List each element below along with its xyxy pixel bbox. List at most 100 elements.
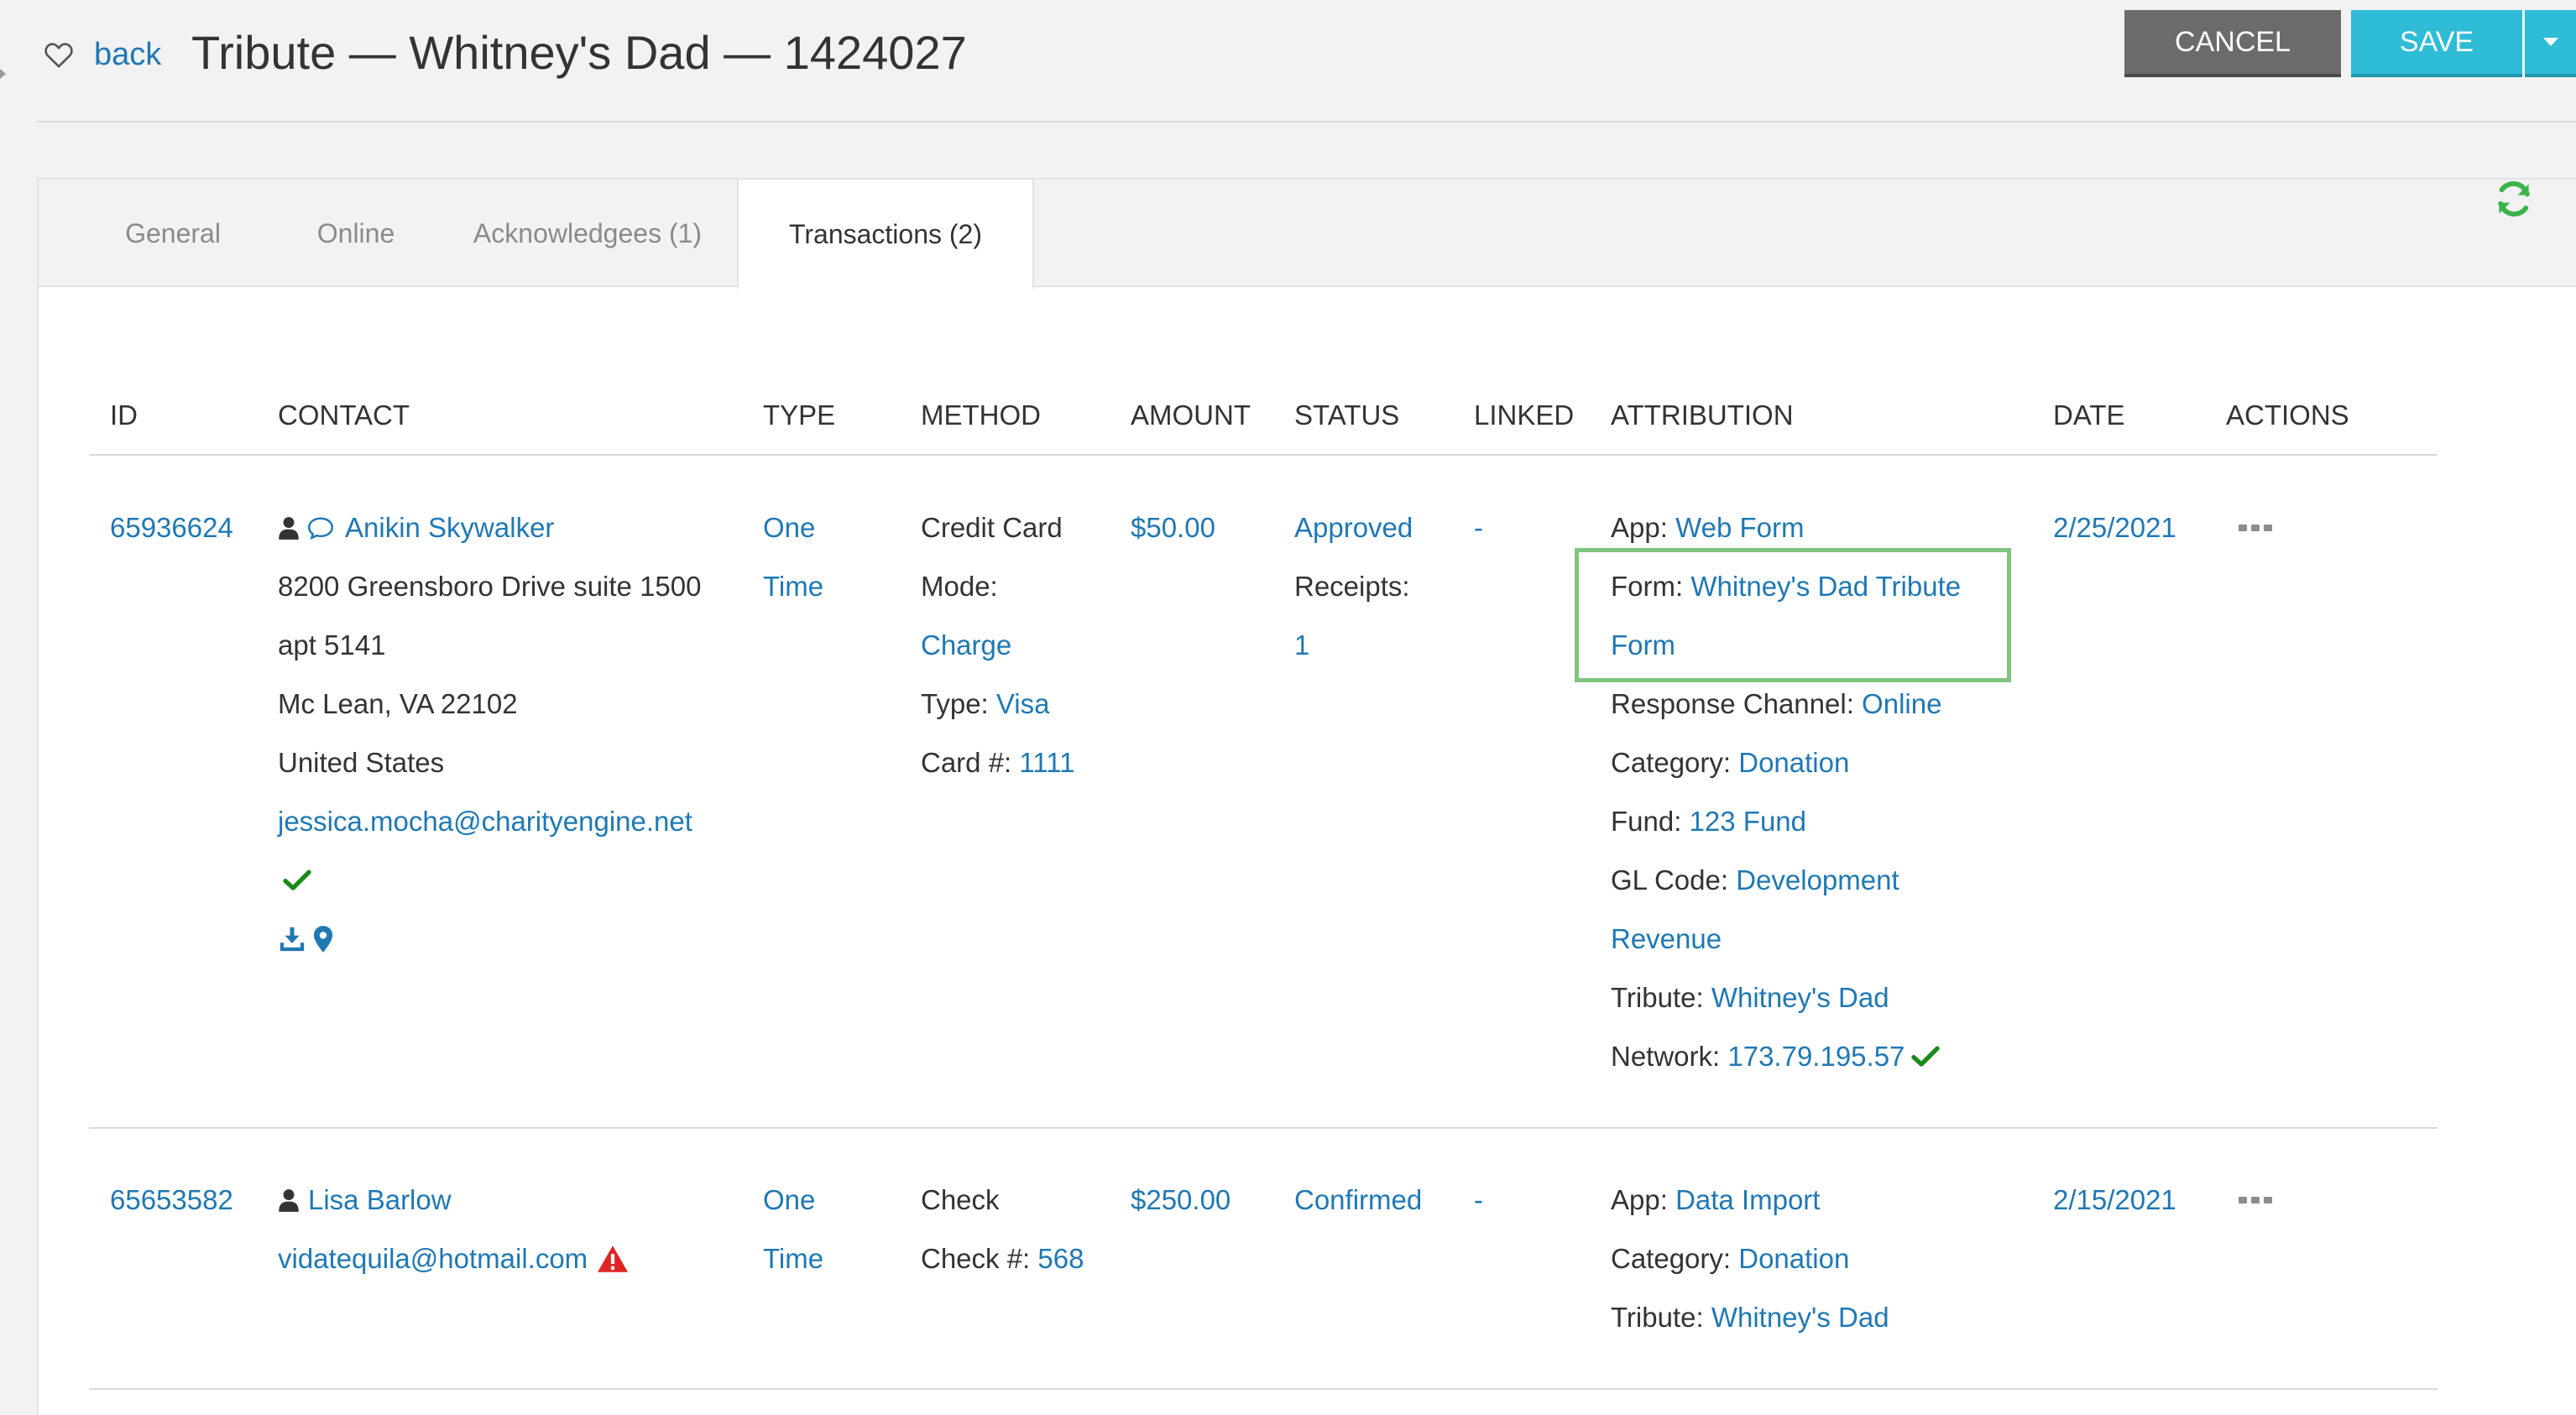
attribution-cell: App: Data Import Category: Donation Trib…: [1611, 1171, 1889, 1347]
receipts-count-link[interactable]: 1: [1294, 616, 1309, 675]
status-link[interactable]: Approved: [1294, 499, 1413, 557]
app-label: App:: [1611, 1184, 1668, 1215]
refresh-icon[interactable]: [2491, 176, 2537, 222]
type-cell: One Time: [763, 1171, 823, 1288]
fund-link[interactable]: 123 Fund: [1690, 792, 1806, 851]
save-options-dropdown[interactable]: [2525, 10, 2576, 77]
status-cell: Approved Receipts: 1: [1294, 499, 1413, 675]
chevron-down-icon: [2542, 38, 2558, 46]
method-cell: Credit Card Mode: Charge Type: Visa Card…: [921, 499, 1074, 792]
card-type-label: Type:: [921, 688, 989, 719]
tribute-link[interactable]: Whitney's Dad: [1711, 1288, 1889, 1347]
column-header-actions: ACTIONS: [2226, 399, 2349, 431]
tab-acknowledgees[interactable]: Acknowledgees (1): [442, 180, 734, 287]
response-channel-label: Response Channel:: [1611, 688, 1854, 719]
header-row-divider: [89, 454, 2438, 456]
category-link[interactable]: Donation: [1738, 734, 1849, 792]
address-line-1: 8200 Greensboro Drive suite 1500: [278, 571, 702, 602]
gl-code-link[interactable]: Development: [1736, 851, 1899, 910]
contact-cell: Anikin Skywalker 8200 Greensboro Drive s…: [278, 499, 701, 969]
transaction-id-link[interactable]: 65936624: [110, 499, 233, 557]
app-link[interactable]: Data Import: [1675, 1171, 1820, 1230]
column-header-status[interactable]: STATUS: [1294, 399, 1399, 431]
back-link[interactable]: back: [94, 37, 161, 73]
column-header-type[interactable]: TYPE: [763, 399, 835, 431]
mode-label: Mode:: [921, 571, 998, 602]
type-link-line1[interactable]: One: [763, 1171, 815, 1230]
card-number-link[interactable]: 1111: [1019, 734, 1074, 792]
chat-icon[interactable]: [306, 515, 335, 540]
date-link[interactable]: 2/15/2021: [2053, 1171, 2176, 1230]
tab-general[interactable]: General: [49, 180, 297, 287]
column-header-contact[interactable]: CONTACT: [278, 399, 410, 431]
type-link-line1[interactable]: One: [763, 499, 815, 557]
linked-link[interactable]: -: [1474, 499, 1483, 557]
tribute-label: Tribute:: [1611, 1302, 1704, 1333]
contact-email-link[interactable]: jessica.mocha@charityengine.net: [278, 792, 692, 851]
method-name: Credit Card: [921, 512, 1063, 543]
date-link[interactable]: 2/25/2021: [2053, 499, 2176, 557]
country: United States: [278, 747, 445, 778]
receipts-label: Receipts:: [1294, 571, 1410, 602]
tribute-link[interactable]: Whitney's Dad: [1711, 969, 1889, 1027]
save-button[interactable]: SAVE: [2351, 10, 2522, 77]
check-number-label: Check #:: [921, 1243, 1031, 1274]
column-header-method[interactable]: METHOD: [921, 399, 1041, 431]
check-icon: [283, 869, 311, 890]
user-icon: [279, 517, 299, 540]
heart-icon[interactable]: [42, 38, 76, 71]
warning-icon: [598, 1245, 629, 1272]
row-divider: [89, 1127, 2438, 1129]
contact-cell: Lisa Barlow vidatequila@hotmail.com: [278, 1171, 630, 1288]
column-header-amount[interactable]: AMOUNT: [1131, 399, 1251, 431]
address-line-2: apt 5141: [278, 629, 386, 661]
type-link-line2[interactable]: Time: [763, 557, 823, 616]
contact-name-link[interactable]: Lisa Barlow: [308, 1171, 452, 1230]
more-dots-icon[interactable]: [2238, 1194, 2273, 1206]
method-cell: Check Check #: 568: [921, 1171, 1084, 1288]
contact-name-link[interactable]: Anikin Skywalker: [345, 499, 554, 557]
tab-bar: General Online Acknowledgees (1) Transac…: [39, 180, 2576, 289]
method-name: Check: [921, 1184, 1000, 1215]
amount-link[interactable]: $50.00: [1131, 499, 1215, 557]
type-link-line2[interactable]: Time: [763, 1230, 823, 1288]
transaction-id-link[interactable]: 65653582: [110, 1171, 233, 1230]
collapse-caret-icon[interactable]: [0, 69, 6, 79]
status-link[interactable]: Confirmed: [1294, 1171, 1422, 1230]
contact-email-link[interactable]: vidatequila@hotmail.com: [278, 1230, 588, 1288]
mode-value-link[interactable]: Charge: [921, 616, 1011, 675]
network-label: Network:: [1611, 1041, 1721, 1072]
card-number-label: Card #:: [921, 747, 1012, 778]
row-divider: [89, 1388, 2438, 1390]
download-icon[interactable]: [278, 925, 306, 953]
tab-online[interactable]: Online: [264, 180, 448, 287]
gl-code-link-cont[interactable]: Revenue: [1611, 910, 1722, 969]
card-type-link[interactable]: Visa: [996, 675, 1050, 734]
amount-link[interactable]: $250.00: [1131, 1171, 1231, 1230]
network-ip-link[interactable]: 173.79.195.57: [1727, 1027, 1905, 1086]
more-dots-icon[interactable]: [2238, 522, 2273, 534]
column-header-attribution[interactable]: ATTRIBUTION: [1611, 399, 1794, 431]
column-header-id[interactable]: ID: [110, 399, 138, 431]
page-header: back Tribute — Whitney's Dad — 1424027 C…: [0, 0, 2576, 123]
check-number-link[interactable]: 568: [1037, 1230, 1084, 1288]
category-label: Category:: [1611, 1243, 1732, 1274]
user-icon: [279, 1189, 299, 1212]
type-cell: One Time: [763, 499, 823, 616]
map-pin-icon[interactable]: [311, 925, 335, 953]
column-header-linked[interactable]: LINKED: [1474, 399, 1574, 431]
cancel-button[interactable]: CANCEL: [2124, 10, 2341, 77]
city-state-zip: Mc Lean, VA 22102: [278, 688, 518, 719]
tribute-label: Tribute:: [1611, 982, 1704, 1013]
tab-transactions[interactable]: Transactions (2): [737, 180, 1034, 289]
category-label: Category:: [1611, 747, 1732, 778]
linked-link[interactable]: -: [1474, 1171, 1483, 1230]
header-divider: [37, 121, 2576, 123]
page-title: Tribute — Whitney's Dad — 1424027: [191, 26, 967, 79]
response-channel-link[interactable]: Online: [1862, 675, 1941, 734]
fund-label: Fund:: [1611, 806, 1682, 837]
category-link[interactable]: Donation: [1738, 1230, 1849, 1288]
column-header-date[interactable]: DATE: [2053, 399, 2125, 431]
highlight-annotation-box: [1575, 548, 2011, 682]
gl-code-label: GL Code:: [1611, 864, 1729, 895]
